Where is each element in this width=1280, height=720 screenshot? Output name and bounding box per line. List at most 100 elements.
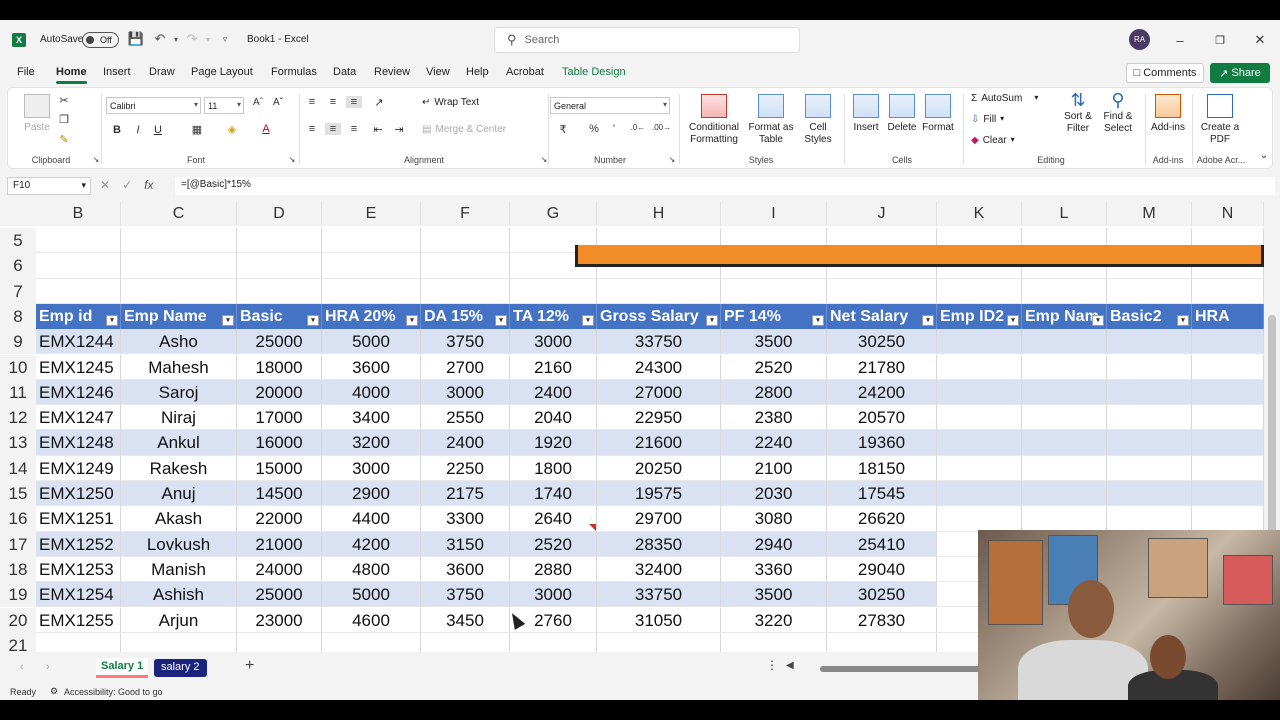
font-name-select[interactable]: Calibri ▾ — [106, 97, 201, 114]
table-cell[interactable]: 2550 — [421, 405, 510, 431]
italic-icon[interactable]: I — [130, 124, 146, 136]
table-cell[interactable]: 4200 — [322, 531, 421, 557]
empty-cell[interactable] — [36, 278, 121, 304]
table-cell[interactable]: 3300 — [421, 506, 510, 532]
conditional-formatting-button[interactable]: Conditional Formatting — [684, 94, 744, 146]
tab-help[interactable]: Help — [466, 66, 489, 78]
empty-cell[interactable] — [1107, 405, 1192, 431]
empty-cell[interactable] — [1022, 354, 1107, 380]
table-header-cell[interactable]: HRA 20% ▾ — [322, 303, 421, 330]
format-as-table-button[interactable]: Format as Table — [746, 94, 796, 146]
empty-cell[interactable] — [1192, 405, 1264, 431]
enter-icon[interactable]: ✓ — [122, 178, 132, 192]
filter-dropdown-icon[interactable]: ▾ — [495, 315, 507, 327]
table-header-cell[interactable]: Emp Name ▾ — [121, 303, 237, 330]
column-header[interactable]: C — [121, 202, 237, 226]
cell-styles-button[interactable]: Cell Styles — [796, 94, 840, 146]
delete-cells-button[interactable]: Delete — [884, 94, 920, 134]
minimize-icon[interactable]: – — [1170, 30, 1190, 50]
table-cell[interactable]: 2160 — [510, 354, 597, 380]
row-header[interactable]: 6 — [0, 253, 36, 279]
table-cell[interactable]: EMX1249 — [36, 455, 121, 481]
table-header-cell[interactable]: TA 12% ▾ — [510, 303, 597, 330]
empty-cell[interactable] — [827, 278, 937, 304]
find-select-button[interactable]: ⚲ Find & Select — [1098, 91, 1138, 135]
restore-icon[interactable]: ❐ — [1210, 30, 1230, 50]
table-cell[interactable]: Mahesh — [121, 354, 237, 380]
table-cell[interactable]: EMX1246 — [36, 379, 121, 406]
autosave-toggle[interactable]: Off — [82, 32, 119, 48]
insert-cells-button[interactable]: Insert — [848, 94, 884, 134]
table-cell[interactable]: 24200 — [827, 379, 937, 406]
table-cell[interactable]: 3400 — [322, 405, 421, 431]
table-cell[interactable]: EMX1248 — [36, 430, 121, 456]
table-cell[interactable]: 30250 — [827, 329, 937, 355]
row-header[interactable]: 10 — [0, 354, 36, 380]
empty-cell[interactable] — [1107, 430, 1192, 456]
column-header[interactable]: J — [827, 202, 937, 226]
clear-button[interactable]: ◆ Clear ▾ — [971, 135, 1015, 146]
empty-cell[interactable] — [237, 253, 322, 279]
comments-button[interactable]: □ Comments — [1126, 63, 1204, 83]
empty-cell[interactable] — [322, 278, 421, 304]
avatar[interactable]: RA — [1129, 29, 1150, 50]
empty-cell[interactable] — [1022, 506, 1107, 532]
table-header-cell[interactable]: Net Salary ▾ — [827, 303, 937, 330]
table-cell[interactable]: EMX1251 — [36, 506, 121, 532]
tab-page-layout[interactable]: Page Layout — [191, 66, 253, 78]
empty-cell[interactable] — [937, 455, 1022, 481]
table-cell[interactable]: 2400 — [421, 430, 510, 456]
create-pdf-button[interactable]: Create a PDF — [1200, 94, 1240, 146]
name-box[interactable]: F10 ▾ — [7, 177, 91, 195]
row-header[interactable]: 11 — [0, 379, 36, 406]
decrease-font-icon[interactable]: Aˇ — [270, 97, 286, 108]
table-cell[interactable]: 33750 — [597, 329, 721, 355]
tab-data[interactable]: Data — [333, 66, 356, 78]
formula-input[interactable]: =[@Basic]*15% — [175, 177, 1275, 195]
empty-cell[interactable] — [1192, 455, 1264, 481]
align-center-icon[interactable]: ≡ — [325, 123, 341, 135]
filter-dropdown-icon[interactable]: ▾ — [307, 315, 319, 327]
row-header[interactable]: 5 — [0, 228, 36, 254]
column-header[interactable]: L — [1022, 202, 1107, 226]
paste-button[interactable]: Paste — [20, 94, 54, 134]
close-icon[interactable]: ✕ — [1250, 30, 1270, 50]
tab-insert[interactable]: Insert — [103, 66, 131, 78]
table-cell[interactable]: 2175 — [421, 481, 510, 507]
table-cell[interactable]: EMX1252 — [36, 531, 121, 557]
table-cell[interactable]: 3750 — [421, 582, 510, 608]
table-cell[interactable]: 29040 — [827, 556, 937, 583]
table-cell[interactable]: 3150 — [421, 531, 510, 557]
format-cells-button[interactable]: Format — [920, 94, 956, 134]
increase-decimal-icon[interactable]: .0← — [630, 123, 646, 132]
empty-cell[interactable] — [937, 354, 1022, 380]
redo-dropdown-icon[interactable]: ▾ — [200, 31, 216, 47]
column-header[interactable]: D — [237, 202, 322, 226]
empty-cell[interactable] — [721, 278, 827, 304]
align-top-icon[interactable]: ≡ — [304, 96, 320, 108]
currency-icon[interactable]: ₹ — [555, 123, 571, 136]
tab-file[interactable]: File — [17, 66, 35, 78]
sheet-tab-salary-1[interactable]: Salary 1 — [96, 658, 149, 678]
filter-dropdown-icon[interactable]: ▾ — [1007, 315, 1019, 327]
empty-cell[interactable] — [1107, 455, 1192, 481]
empty-cell[interactable] — [937, 405, 1022, 431]
table-cell[interactable]: 2400 — [510, 379, 597, 406]
empty-cell[interactable] — [1022, 379, 1107, 406]
table-cell[interactable]: EMX1247 — [36, 405, 121, 431]
empty-cell[interactable] — [421, 253, 510, 279]
table-cell[interactable]: 30250 — [827, 582, 937, 608]
undo-icon[interactable]: ↶ — [152, 31, 168, 47]
table-cell[interactable]: 21000 — [237, 531, 322, 557]
table-cell[interactable]: Niraj — [121, 405, 237, 431]
table-cell[interactable]: 19360 — [827, 430, 937, 456]
table-cell[interactable]: Saroj — [121, 379, 237, 406]
add-ins-button[interactable]: Add-ins — [1150, 94, 1186, 134]
table-cell[interactable]: 3080 — [721, 506, 827, 532]
table-cell[interactable]: 18150 — [827, 455, 937, 481]
table-cell[interactable]: 3500 — [721, 329, 827, 355]
table-cell[interactable]: 29700 — [597, 506, 721, 532]
empty-cell[interactable] — [237, 278, 322, 304]
table-cell[interactable]: 3220 — [721, 607, 827, 633]
filter-dropdown-icon[interactable]: ▾ — [1092, 315, 1104, 327]
